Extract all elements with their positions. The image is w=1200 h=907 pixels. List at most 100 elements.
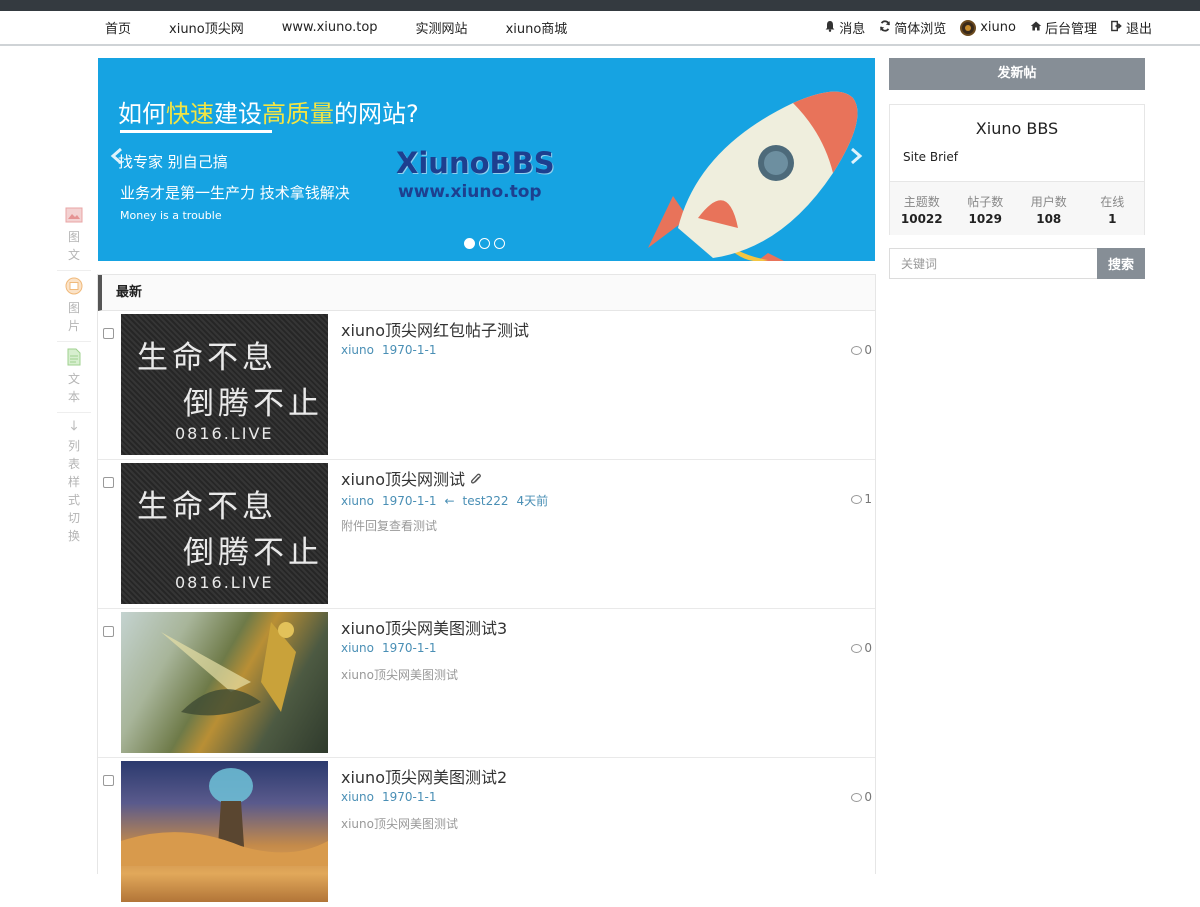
site-brief: Site Brief [903,150,958,164]
sidebar-label-text: 文本 [67,372,80,404]
thread-thumbnail[interactable] [121,612,328,753]
sidebar-label-list-switch: 列表样式切换 [67,439,80,543]
comment-icon [851,643,863,653]
last-reply-user[interactable]: test222 [463,494,509,508]
banner-line-3: Money is a trouble [120,209,222,222]
thread-thumbnail[interactable]: 生命不息 倒腾不止 0816.LIVE [121,314,328,455]
carousel-indicators [464,238,509,249]
top-strip [0,0,1200,11]
thread-title[interactable]: xiuno顶尖网美图测试2 [341,764,507,788]
carousel-dot-3[interactable] [494,238,505,249]
thumb-text-2: 倒腾不止 [183,535,323,571]
banner-carousel[interactable]: 如何快速建设高质量的网站? 找专家 别自己搞 业务才是第一生产力 技术拿钱解决 … [98,58,875,261]
stat-threads: 主题数 10022 [900,195,943,226]
refresh-icon [879,20,891,35]
thread-author[interactable]: xiuno [341,343,374,357]
comment-icon [851,494,863,504]
nav-user[interactable]: xiuno [960,19,1016,36]
search-input[interactable] [889,248,1097,279]
thread-row[interactable]: xiuno顶尖网美图测试2 xiuno 1970-1-1 xiuno顶尖网美图测试… [98,758,875,907]
nav-logout[interactable]: 退出 [1111,18,1152,37]
thread-row[interactable]: xiuno顶尖网美图测试3 xiuno 1970-1-1 xiuno顶尖网美图测试… [98,609,875,758]
thread-author[interactable]: xiuno [341,790,374,804]
search-form: 搜索 [889,248,1145,279]
view-list-switch[interactable]: 列表样式切换 [57,413,91,551]
reply-count: 0 [851,790,872,804]
site-stats: 主题数 10022 帖子数 1029 用户数 108 在线 1 [890,181,1144,235]
banner-url: www.xiuno.top [398,182,542,202]
bell-icon [824,20,836,35]
artwork-image [161,622,296,716]
reply-count: 0 [851,641,872,655]
carousel-next-icon[interactable] [849,146,863,170]
thread-row[interactable]: 生命不息 倒腾不止 0816.LIVE xiuno顶尖网红包帖子测试 xiuno… [98,311,875,460]
nav-www-xiuno-top[interactable]: www.xiuno.top [282,20,378,35]
nav-home[interactable]: 首页 [105,18,131,37]
view-image[interactable]: 图片 [57,271,91,342]
nav-xiuno-top[interactable]: xiuno顶尖网 [169,18,244,37]
thread-thumbnail[interactable]: 生命不息 倒腾不止 0816.LIVE [121,463,328,604]
new-post-button[interactable]: 发新帖 [889,58,1145,90]
thread-title[interactable]: xiuno顶尖网美图测试3 [341,615,507,639]
carousel-prev-icon[interactable] [110,146,124,170]
stat-users: 用户数 108 [1030,195,1067,226]
nav-admin[interactable]: 后台管理 [1030,18,1097,37]
thumb-text-3: 0816.LIVE [175,424,274,443]
reply-count: 1 [851,492,872,506]
carousel-dot-2[interactable] [479,238,490,249]
view-switch-sidebar: 图文 图片 文本 列表样式切换 [57,200,91,551]
thread-meta: xiuno 1970-1-1 [341,641,444,655]
stat-online: 在线 1 [1100,195,1125,226]
image-text-icon [65,207,83,223]
messages-label: 消息 [839,22,866,37]
view-image-text[interactable]: 图文 [57,200,91,271]
nav-xiuno-shop[interactable]: xiuno商城 [506,18,568,37]
thread-author[interactable]: xiuno [341,494,374,508]
document-icon [67,348,81,366]
avatar [960,19,977,36]
sidebar-label-image-text: 图文 [67,230,80,262]
comment-icon [851,792,863,802]
banner-brand: XiunoBBS [396,146,555,180]
sign-out-icon [1111,20,1123,35]
banner-underline [120,130,272,133]
home-icon [1030,20,1042,35]
rocket-illustration [648,91,858,261]
list-tab-latest[interactable]: 最新 [98,275,875,311]
banner-line-1: 找专家 别自己搞 [118,153,228,171]
paperclip-icon [471,473,481,484]
thread-date: 1970-1-1 [382,494,437,508]
thread-author[interactable]: xiuno [341,641,374,655]
thread-thumbnail[interactable] [121,761,328,902]
thread-checkbox[interactable] [103,775,114,786]
thread-brief: xiuno顶尖网美图测试 [341,817,458,831]
site-info-card: Xiuno BBS Site Brief 主题数 10022 帖子数 1029 用户… [889,104,1145,235]
comment-icon [851,345,863,355]
nav-messages[interactable]: 消息 [824,18,865,37]
banner-heading: 如何快速建设高质量的网站? [118,100,419,128]
nav-left: 首页 xiuno顶尖网 www.xiuno.top 实测网站 xiuno商城 [105,11,605,44]
view-text[interactable]: 文本 [57,342,91,413]
sidebar-label-image: 图片 [67,301,80,333]
nav-demo-site[interactable]: 实测网站 [416,18,468,37]
site-name: Xiuno BBS [975,119,1059,138]
thread-row[interactable]: 生命不息 倒腾不止 0816.LIVE xiuno顶尖网测试 xiuno 1970… [98,460,875,609]
last-reply-time: 4天前 [516,494,549,508]
thumb-text-2: 倒腾不止 [183,386,323,422]
thread-list-card: 最新 生命不息 倒腾不止 0816.LIVE xiuno顶尖网红包帖子测试 xi… [97,274,876,902]
thread-checkbox[interactable] [103,477,114,488]
admin-label: 后台管理 [1044,22,1097,37]
thread-meta: xiuno 1970-1-1 ← test222 4天前 [341,492,556,509]
thread-title[interactable]: xiuno顶尖网红包帖子测试 [341,317,529,341]
stat-posts: 帖子数 1029 [967,195,1004,226]
search-button[interactable]: 搜索 [1097,248,1145,279]
thread-checkbox[interactable] [103,328,114,339]
thread-date: 1970-1-1 [382,641,437,655]
thread-brief: 附件回复查看测试 [341,519,438,533]
thread-title[interactable]: xiuno顶尖网测试 [341,466,482,490]
user-name: xiuno [980,20,1016,35]
nav-lang[interactable]: 简体浏览 [879,18,946,37]
thumb-text-3: 0816.LIVE [175,573,274,592]
thread-checkbox[interactable] [103,626,114,637]
carousel-dot-1[interactable] [464,238,475,249]
